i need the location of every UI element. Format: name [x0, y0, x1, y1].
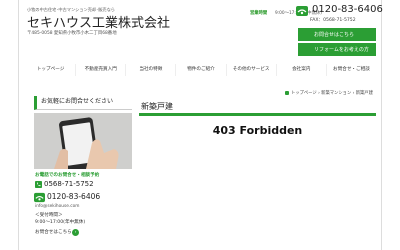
- company-name[interactable]: セキハウス工業株式会社: [27, 12, 170, 31]
- arrow-right-icon[interactable]: ›: [72, 229, 79, 236]
- nav-item-properties[interactable]: 物件のご紹介: [176, 64, 227, 76]
- nav-item-company[interactable]: 会社案内: [277, 64, 327, 76]
- breadcrumb-home[interactable]: トップページ: [291, 91, 317, 96]
- breadcrumb-parent[interactable]: 新築マンション: [321, 91, 351, 96]
- header-fax: FAX：0568-71-5752: [310, 18, 356, 23]
- breadcrumb: トップページ › 新築マンション › 新築戸建: [285, 90, 373, 96]
- sidebar-tel[interactable]: 0568-71-5752: [44, 180, 94, 188]
- nav-item-top[interactable]: トップページ: [26, 64, 77, 76]
- breadcrumb-current: 新築戸建: [355, 91, 373, 96]
- nav-item-intro[interactable]: 不動産売買入門: [76, 64, 127, 76]
- header-phone[interactable]: 0120-83-6406: [312, 4, 383, 15]
- freedial-icon: [296, 6, 308, 16]
- nav-item-contact[interactable]: お問合せ・ご相談: [327, 64, 376, 76]
- sidebar-contact-link[interactable]: お問合せはこちら: [35, 229, 72, 235]
- error-message: 403 Forbidden: [212, 124, 303, 137]
- breadcrumb-separator: ›: [318, 91, 320, 96]
- sidebar-lead: お電話でのお問合せ・相談予約: [35, 173, 100, 178]
- sidebar-freedial[interactable]: 0120-83-6406: [47, 192, 100, 201]
- sidebar-email[interactable]: info@sekihouse.com: [35, 204, 79, 209]
- phone-icon: [35, 181, 42, 188]
- contact-button[interactable]: お問合せはこちら: [298, 28, 376, 41]
- reception-hours: 9:00～17:00(年中無休): [35, 220, 86, 225]
- nav-item-services[interactable]: その他のサービス: [227, 64, 277, 76]
- sidebar-title: お気軽にお問合せください: [34, 96, 132, 110]
- global-nav: トップページ 不動産売買入門 当社の特徴 物件のご紹介 その他のサービス 会社案…: [26, 64, 376, 76]
- company-address: 〒485-0058 愛知県小牧市小木二丁目68番地: [27, 31, 117, 36]
- nav-item-features[interactable]: 当社の特徴: [126, 64, 177, 76]
- page-title: 新築戸建: [139, 99, 376, 116]
- reform-button[interactable]: リフォームをお考えの方: [298, 43, 376, 56]
- business-hours-label: 営業時間: [250, 11, 268, 16]
- smartphone-photo: [34, 113, 132, 169]
- freedial-icon: [34, 192, 45, 203]
- reception-label: ＜受付時間＞: [35, 213, 63, 218]
- breadcrumb-separator: ›: [352, 91, 355, 96]
- home-icon: [285, 90, 289, 95]
